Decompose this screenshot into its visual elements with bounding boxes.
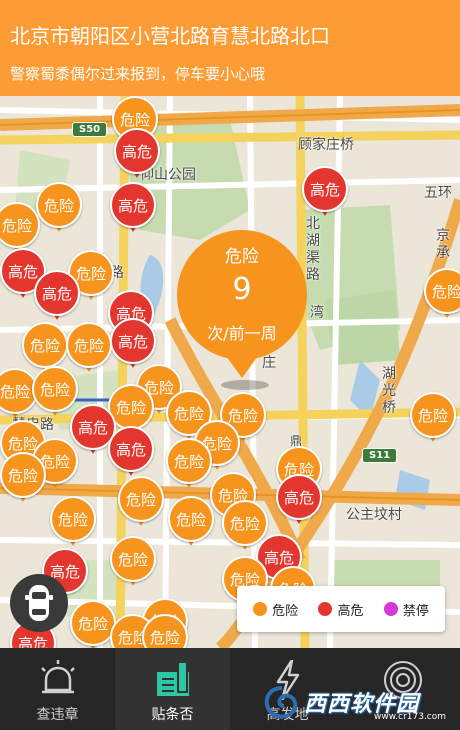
high-risk-marker[interactable]: 高危 bbox=[302, 166, 348, 218]
danger-marker[interactable]: 危险 bbox=[168, 496, 214, 548]
map-label-wan: 湾 bbox=[310, 305, 324, 321]
marker-label: 危险 bbox=[410, 392, 456, 438]
car-location-button[interactable] bbox=[10, 574, 68, 632]
danger-marker[interactable]: 危险 bbox=[0, 452, 46, 504]
map-label-jingcheng: 京承 bbox=[436, 228, 450, 261]
watermark-swirl-icon bbox=[264, 686, 298, 719]
map-label-gujiazhuang-bridge: 顾家庄桥 bbox=[298, 137, 354, 153]
marker-label: 高危 bbox=[34, 270, 80, 316]
map-label-wuhuan: 五环 bbox=[424, 185, 452, 201]
pin-count: 9 bbox=[232, 272, 252, 307]
marker-label: 高危 bbox=[110, 318, 156, 364]
legend-dot-no-parking bbox=[383, 602, 398, 616]
high-risk-marker[interactable]: 高危 bbox=[276, 474, 322, 526]
ticket-icon bbox=[157, 661, 189, 696]
s11-shield: S11 bbox=[362, 448, 398, 463]
map-label-gongzhufen-village: 公主坟村 bbox=[346, 507, 402, 523]
pin-shadow bbox=[221, 380, 269, 390]
pin-circle: 危险 9 次/前一周 bbox=[177, 230, 307, 360]
legend-label-no-parking: 禁停 bbox=[402, 603, 429, 619]
s50-shield: S50 bbox=[72, 122, 108, 137]
siren-icon bbox=[41, 660, 75, 694]
address-header: 北京市朝阳区小营北路育慧北路北口 警察蜀黍偶尔过来报到，停车要小心哦 bbox=[0, 0, 460, 96]
high-risk-marker[interactable]: 高危 bbox=[110, 318, 156, 370]
marker-label: 危险 bbox=[66, 322, 112, 368]
danger-marker[interactable]: 危险 bbox=[410, 392, 456, 444]
watermark-url: www.cr173.com bbox=[374, 712, 447, 722]
watermark-logo: 西西软件园 www.cr173.com bbox=[262, 684, 452, 726]
map-view[interactable]: S50 S11 顾家庄桥 仰山公园 五环 北湖渠路 京承 湖光桥 慧忠路 公主坟… bbox=[0, 0, 460, 648]
legend-label-high: 高危 bbox=[337, 603, 364, 619]
danger-marker[interactable]: 危险 bbox=[166, 438, 212, 490]
current-address: 北京市朝阳区小营北路育慧北路北口 bbox=[10, 24, 330, 48]
high-risk-marker[interactable]: 高危 bbox=[108, 426, 154, 478]
marker-label: 危险 bbox=[0, 452, 46, 498]
tab-label-check-violations: 查违章 bbox=[36, 707, 79, 723]
tab-label-ticketed: 贴条否 bbox=[151, 707, 194, 723]
marker-label: 危险 bbox=[166, 438, 212, 484]
selected-location-pin[interactable]: 危险 9 次/前一周 bbox=[177, 230, 307, 390]
danger-marker[interactable]: 危险 bbox=[118, 476, 164, 528]
danger-marker[interactable]: 危险 bbox=[424, 268, 460, 320]
car-icon bbox=[25, 585, 53, 621]
danger-marker[interactable]: 危险 bbox=[110, 536, 156, 588]
high-risk-marker[interactable]: 高危 bbox=[34, 270, 80, 322]
tab-check-violations[interactable]: 查违章 bbox=[0, 648, 115, 730]
danger-marker[interactable]: 危险 bbox=[36, 182, 82, 234]
legend-dot-danger bbox=[253, 602, 268, 616]
parking-tip: 警察蜀黍偶尔过来报到，停车要小心哦 bbox=[10, 65, 266, 83]
marker-label: 危险 bbox=[22, 322, 68, 368]
danger-marker[interactable]: 危险 bbox=[0, 202, 40, 254]
legend-item-no-parking: 禁停 bbox=[383, 600, 429, 619]
map-label-huguang-bridge: 湖光桥 bbox=[382, 366, 396, 416]
marker-label: 危险 bbox=[50, 496, 96, 542]
pin-count-unit: 次/前一周 bbox=[207, 324, 277, 343]
map-label-beihu-qu-road: 北湖渠路 bbox=[306, 216, 320, 283]
marker-label: 高危 bbox=[108, 426, 154, 472]
legend-item-danger: 危险 bbox=[253, 600, 298, 619]
legend-label-danger: 危险 bbox=[272, 603, 299, 619]
marker-label: 高危 bbox=[302, 166, 348, 212]
danger-marker[interactable]: 危险 bbox=[50, 496, 96, 548]
marker-label: 危险 bbox=[168, 496, 214, 542]
marker-label: 危险 bbox=[36, 182, 82, 228]
marker-label: 高危 bbox=[114, 128, 160, 174]
legend-item-high: 高危 bbox=[318, 600, 364, 619]
marker-label: 危险 bbox=[424, 268, 460, 314]
marker-label: 高危 bbox=[276, 474, 322, 520]
pin-risk-level: 危险 bbox=[225, 247, 259, 267]
legend-dot-high bbox=[318, 602, 333, 616]
marker-label: 危险 bbox=[0, 202, 40, 248]
high-risk-marker[interactable]: 高危 bbox=[110, 182, 156, 234]
marker-label: 危险 bbox=[110, 536, 156, 582]
marker-label: 危险 bbox=[118, 476, 164, 522]
tab-ticketed[interactable]: 贴条否 bbox=[115, 648, 230, 730]
marker-label: 高危 bbox=[110, 182, 156, 228]
map-legend: 危险 高危 禁停 bbox=[237, 586, 445, 632]
high-risk-marker[interactable]: 高危 bbox=[114, 128, 160, 180]
danger-marker[interactable]: 危险 bbox=[142, 614, 188, 648]
marker-label: 危险 bbox=[142, 614, 188, 648]
